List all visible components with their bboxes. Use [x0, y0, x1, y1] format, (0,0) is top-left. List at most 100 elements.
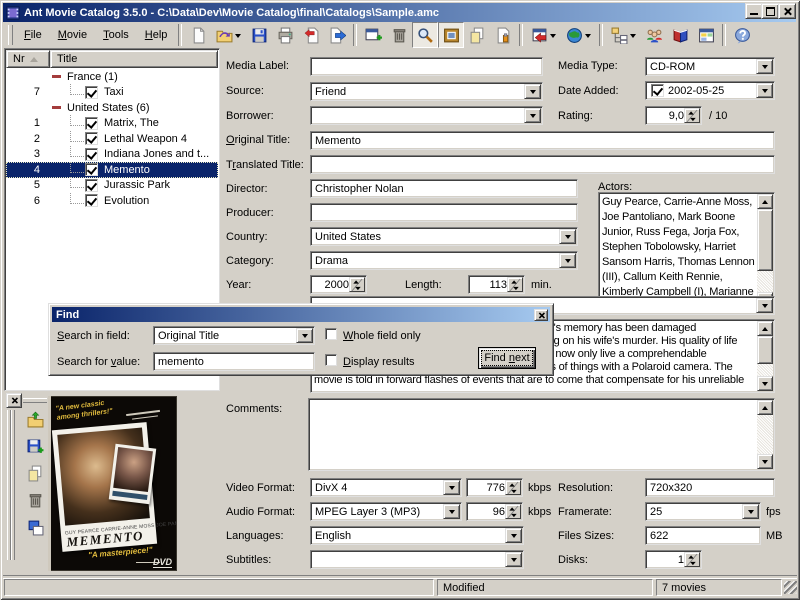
disks-spinner[interactable]: 1 — [645, 550, 702, 569]
source-combo[interactable]: Friend — [310, 82, 543, 101]
add-movie-button[interactable] — [360, 22, 386, 48]
statistics-button[interactable] — [667, 22, 693, 48]
delete-picture-button[interactable] — [24, 489, 46, 511]
video-bitrate-spinner[interactable]: 776 — [466, 478, 523, 497]
toolbar-grip[interactable] — [8, 25, 13, 45]
chevron-down-icon[interactable] — [505, 552, 522, 567]
chevron-down-icon[interactable] — [742, 504, 759, 519]
files-sizes-input[interactable]: 622 — [645, 526, 761, 545]
convert-picture-button[interactable] — [24, 516, 46, 538]
preferences-button[interactable] — [693, 22, 719, 48]
chevron-down-icon[interactable] — [559, 229, 576, 244]
framerate-combo[interactable]: 25 — [645, 502, 761, 521]
title-bar[interactable]: Ant Movie Catalog 3.5.0 - C:\Data\Dev\Mo… — [3, 3, 796, 22]
movie-checkbox[interactable] — [85, 117, 98, 130]
tree-movie-row[interactable]: 1Matrix, The — [6, 116, 218, 132]
load-picture-button[interactable] — [24, 408, 46, 430]
scroll-thumb[interactable] — [757, 209, 773, 271]
movie-checkbox[interactable] — [85, 163, 98, 176]
chevron-down-icon[interactable] — [756, 83, 773, 98]
spin-updown-icon[interactable] — [505, 504, 521, 519]
spin-updown-icon[interactable] — [505, 480, 521, 495]
scroll-thumb[interactable] — [757, 336, 773, 364]
spin-updown-icon[interactable] — [684, 552, 700, 567]
picture-toolbar-grip-vertical[interactable] — [11, 410, 15, 560]
save-picture-button[interactable] — [24, 435, 46, 457]
close-button[interactable] — [778, 3, 796, 19]
movie-checkbox[interactable] — [85, 148, 98, 161]
movie-checkbox[interactable] — [85, 132, 98, 145]
chevron-down-icon[interactable] — [756, 298, 773, 313]
comments-scrollbar[interactable] — [757, 400, 773, 469]
menu-tools[interactable]: Tools — [95, 25, 137, 45]
actors-listbox[interactable]: Guy Pearce, Carrie-Anne Moss,Joe Pantoli… — [598, 192, 775, 309]
import-window-button[interactable] — [526, 22, 561, 48]
loans-button[interactable] — [641, 22, 667, 48]
chevron-down-icon[interactable] — [559, 253, 576, 268]
tree-movie-row[interactable]: 2Lethal Weapon 4 — [6, 131, 218, 147]
category-combo[interactable]: Drama — [310, 251, 578, 270]
picture-toolbar-grip[interactable] — [23, 398, 47, 403]
find-dialog-close-button[interactable] — [534, 309, 548, 321]
find-button[interactable] — [412, 22, 438, 48]
copy-picture-button[interactable] — [24, 462, 46, 484]
scroll-down-button[interactable] — [757, 454, 773, 469]
column-header-title[interactable]: Title — [50, 50, 218, 68]
date-checkbox[interactable] — [651, 84, 664, 97]
whole-field-only-checkbox[interactable] — [325, 328, 337, 340]
actors-scrollbar[interactable] — [757, 194, 773, 307]
description-scrollbar[interactable] — [757, 321, 773, 391]
scroll-up-button[interactable] — [757, 321, 773, 336]
audio-format-combo[interactable]: MPEG Layer 3 (MP3) — [310, 502, 462, 521]
tree-group-row[interactable]: France (1) — [6, 69, 218, 85]
print-button[interactable] — [272, 22, 298, 48]
maximize-button[interactable] — [761, 3, 779, 19]
length-spinner[interactable]: 113 — [468, 275, 525, 294]
borrower-combo[interactable] — [310, 106, 543, 125]
movie-checkbox[interactable] — [85, 86, 98, 99]
menu-help[interactable]: Help — [137, 25, 176, 45]
subtitles-combo[interactable] — [310, 550, 524, 569]
menu-movie[interactable]: Movie — [50, 25, 95, 45]
producer-input[interactable] — [310, 203, 578, 222]
movie-checkbox[interactable] — [85, 194, 98, 207]
delete-movie-button[interactable] — [386, 22, 412, 48]
director-input[interactable]: Christopher Nolan — [310, 179, 578, 198]
internet-button[interactable] — [561, 22, 596, 48]
movie-checkbox[interactable] — [85, 179, 98, 192]
group-tree-button[interactable] — [606, 22, 641, 48]
tree-movie-row[interactable]: 7Taxi — [6, 85, 218, 101]
year-spinner[interactable]: 2000 — [310, 275, 367, 294]
resolution-input[interactable]: 720x320 — [645, 478, 775, 497]
media-type-combo[interactable]: CD-ROM — [645, 57, 775, 76]
spin-updown-icon[interactable] — [349, 277, 365, 292]
translated-title-input[interactable] — [310, 155, 775, 174]
new-catalog-button[interactable] — [185, 22, 211, 48]
collapse-icon[interactable] — [52, 72, 61, 81]
chevron-down-icon[interactable] — [505, 528, 522, 543]
export-button[interactable] — [324, 22, 350, 48]
spin-updown-icon[interactable] — [684, 108, 700, 123]
save-catalog-button[interactable] — [246, 22, 272, 48]
copy-movie-button[interactable] — [464, 22, 490, 48]
tree-group-row[interactable]: United States (6) — [6, 100, 218, 116]
chevron-down-icon[interactable] — [443, 480, 460, 495]
search-for-value-input[interactable]: memento — [153, 352, 315, 371]
spin-updown-icon[interactable] — [507, 277, 523, 292]
resize-grip[interactable] — [784, 581, 797, 594]
video-format-combo[interactable]: DivX 4 — [310, 478, 462, 497]
help-button[interactable] — [729, 22, 755, 48]
column-header-nr[interactable]: Nr — [6, 50, 50, 68]
date-added-picker[interactable]: 2002-05-25 — [645, 81, 775, 100]
renumber-button[interactable] — [490, 22, 516, 48]
tree-movie-row[interactable]: 6Evolution — [6, 193, 218, 209]
tree-movie-row[interactable]: 5Jurassic Park — [6, 178, 218, 194]
tree-movie-row[interactable]: 4Memento — [6, 162, 218, 178]
scroll-up-button[interactable] — [757, 400, 773, 415]
chevron-down-icon[interactable] — [524, 108, 541, 123]
chevron-down-icon[interactable] — [443, 504, 460, 519]
rating-spinner[interactable]: 9,0 — [645, 106, 702, 125]
chevron-down-icon[interactable] — [524, 84, 541, 99]
tree-movie-row[interactable]: 3Indiana Jones and t... — [6, 147, 218, 163]
original-title-input[interactable]: Memento — [310, 131, 775, 150]
